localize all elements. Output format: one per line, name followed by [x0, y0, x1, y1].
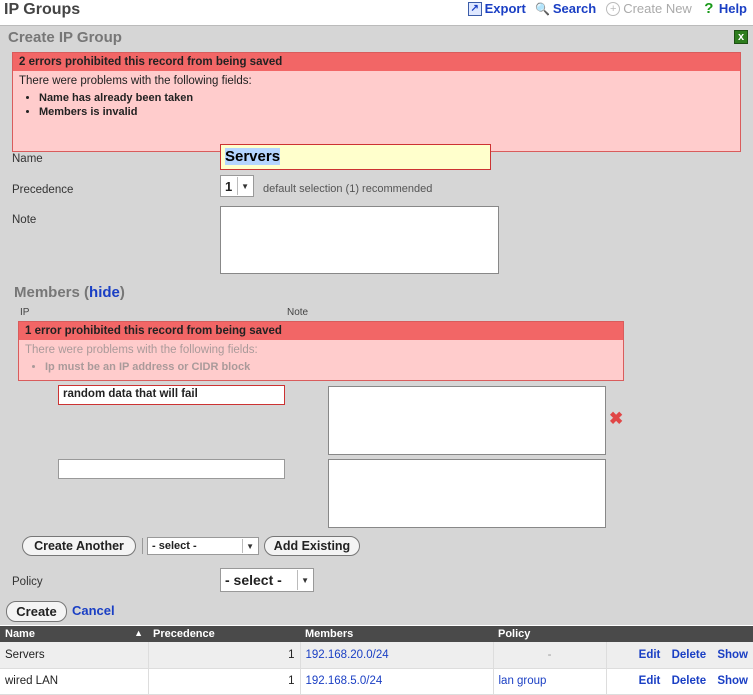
panel-title: Create IP Group [8, 29, 122, 46]
row-policy: - [493, 642, 607, 669]
chevron-down-icon: ▼ [237, 177, 249, 195]
column-header-actions [606, 626, 753, 642]
member-note-field[interactable] [328, 459, 606, 528]
note-label: Note [12, 214, 37, 226]
show-link[interactable]: Show [717, 675, 748, 687]
search-label: Search [552, 1, 597, 16]
row-actions: Edit Delete Show [606, 642, 753, 669]
close-icon[interactable]: x [734, 30, 748, 44]
members-title-text: Members [14, 284, 80, 301]
edit-link[interactable]: Edit [639, 675, 661, 687]
error-list: Name has already been taken Members is i… [13, 91, 740, 119]
export-label: Export [484, 1, 526, 16]
row-actions: Edit Delete Show [606, 668, 753, 695]
page-title: IP Groups [4, 1, 81, 18]
cancel-link[interactable]: Cancel [72, 603, 115, 618]
table-header-row: Name ▲ Precedence Members Policy [0, 626, 753, 642]
column-header-members[interactable]: Members [300, 626, 493, 642]
sort-ascending-icon: ▲ [134, 628, 143, 638]
error-item: Name has already been taken [39, 91, 740, 105]
existing-member-select[interactable]: - select - ▼ [147, 537, 259, 555]
row-name: wired LAN [0, 668, 149, 695]
column-header-precedence[interactable]: Precedence [148, 626, 300, 642]
remove-member-icon[interactable]: ✖ [609, 409, 623, 429]
plus-circle-icon: + [606, 1, 621, 16]
name-label: Name [12, 153, 43, 165]
ip-groups-table: Name ▲ Precedence Members Policy Servers … [0, 626, 753, 695]
existing-member-value: - select - [152, 540, 197, 552]
precedence-hint: default selection (1) recommended [263, 183, 433, 195]
row-members-link[interactable]: 192.168.20.0/24 [300, 642, 494, 669]
column-header-policy[interactable]: Policy [493, 626, 606, 642]
precedence-value: 1 [225, 178, 233, 194]
show-link[interactable]: Show [717, 649, 748, 661]
note-column-header: Note [287, 307, 309, 318]
create-button[interactable]: Create [6, 601, 67, 622]
delete-link[interactable]: Delete [672, 675, 707, 687]
member-note-field[interactable] [328, 386, 606, 455]
divider [142, 538, 143, 554]
error-intro: There were problems with the following f… [19, 75, 252, 87]
member-error-heading: 1 error prohibited this record from bein… [19, 322, 623, 340]
chevron-down-icon: ▼ [242, 539, 254, 553]
export-icon: ↗ [467, 1, 482, 16]
member-error-item: Ip must be an IP address or CIDR block [45, 360, 623, 374]
create-panel: Create IP Group x 2 errors prohibited th… [0, 25, 753, 625]
table-row: wired LAN 1 192.168.5.0/24 lan group Edi… [0, 668, 753, 695]
error-item: Members is invalid [39, 105, 740, 119]
error-summary: 2 errors prohibited this record from bei… [12, 52, 741, 152]
search-icon: 🔍 [535, 1, 551, 16]
create-new-link: + Create New [606, 1, 692, 16]
export-link[interactable]: ↗ Export [467, 1, 526, 16]
edit-link[interactable]: Edit [639, 649, 661, 661]
policy-label: Policy [12, 576, 43, 588]
precedence-select[interactable]: 1 ▼ [220, 175, 254, 197]
create-new-label: Create New [623, 1, 692, 16]
members-title: Members (hide) [14, 284, 125, 301]
error-heading: 2 errors prohibited this record from bei… [13, 53, 740, 71]
members-hide-link[interactable]: hide [89, 284, 120, 301]
chevron-down-icon: ▼ [297, 570, 309, 590]
member-ip-field[interactable]: random data that will fail [58, 385, 285, 405]
add-existing-button[interactable]: Add Existing [264, 536, 360, 556]
help-icon: ? [704, 0, 714, 17]
row-policy-link[interactable]: lan group [493, 668, 607, 695]
top-bar: IP Groups ↗ Export 🔍 Search + Create New… [0, 0, 753, 22]
member-ip-field[interactable] [58, 459, 285, 479]
help-link[interactable]: ? Help [702, 0, 747, 17]
column-header-name[interactable]: Name ▲ [0, 626, 148, 642]
create-another-button[interactable]: Create Another [22, 536, 136, 556]
help-label: Help [718, 1, 747, 16]
policy-value: - select - [225, 572, 282, 588]
ip-column-header: IP [20, 307, 30, 318]
member-error-intro: There were problems with the following f… [25, 344, 258, 356]
name-field[interactable]: Servers [220, 144, 491, 170]
member-error-list: Ip must be an IP address or CIDR block [19, 360, 623, 374]
table-row: Servers 1 192.168.20.0/24 - Edit Delete … [0, 642, 753, 669]
note-field[interactable] [220, 206, 499, 274]
member-error-summary: 1 error prohibited this record from bein… [18, 321, 624, 381]
name-value: Servers [225, 148, 281, 165]
row-precedence: 1 [148, 668, 301, 695]
row-name: Servers [0, 642, 149, 669]
toolbar: ↗ Export 🔍 Search + Create New ? Help [467, 0, 747, 17]
policy-select[interactable]: - select - ▼ [220, 568, 314, 592]
delete-link[interactable]: Delete [672, 649, 707, 661]
row-precedence: 1 [148, 642, 301, 669]
precedence-label: Precedence [12, 184, 74, 196]
row-members-link[interactable]: 192.168.5.0/24 [300, 668, 494, 695]
search-link[interactable]: 🔍 Search [535, 1, 597, 16]
